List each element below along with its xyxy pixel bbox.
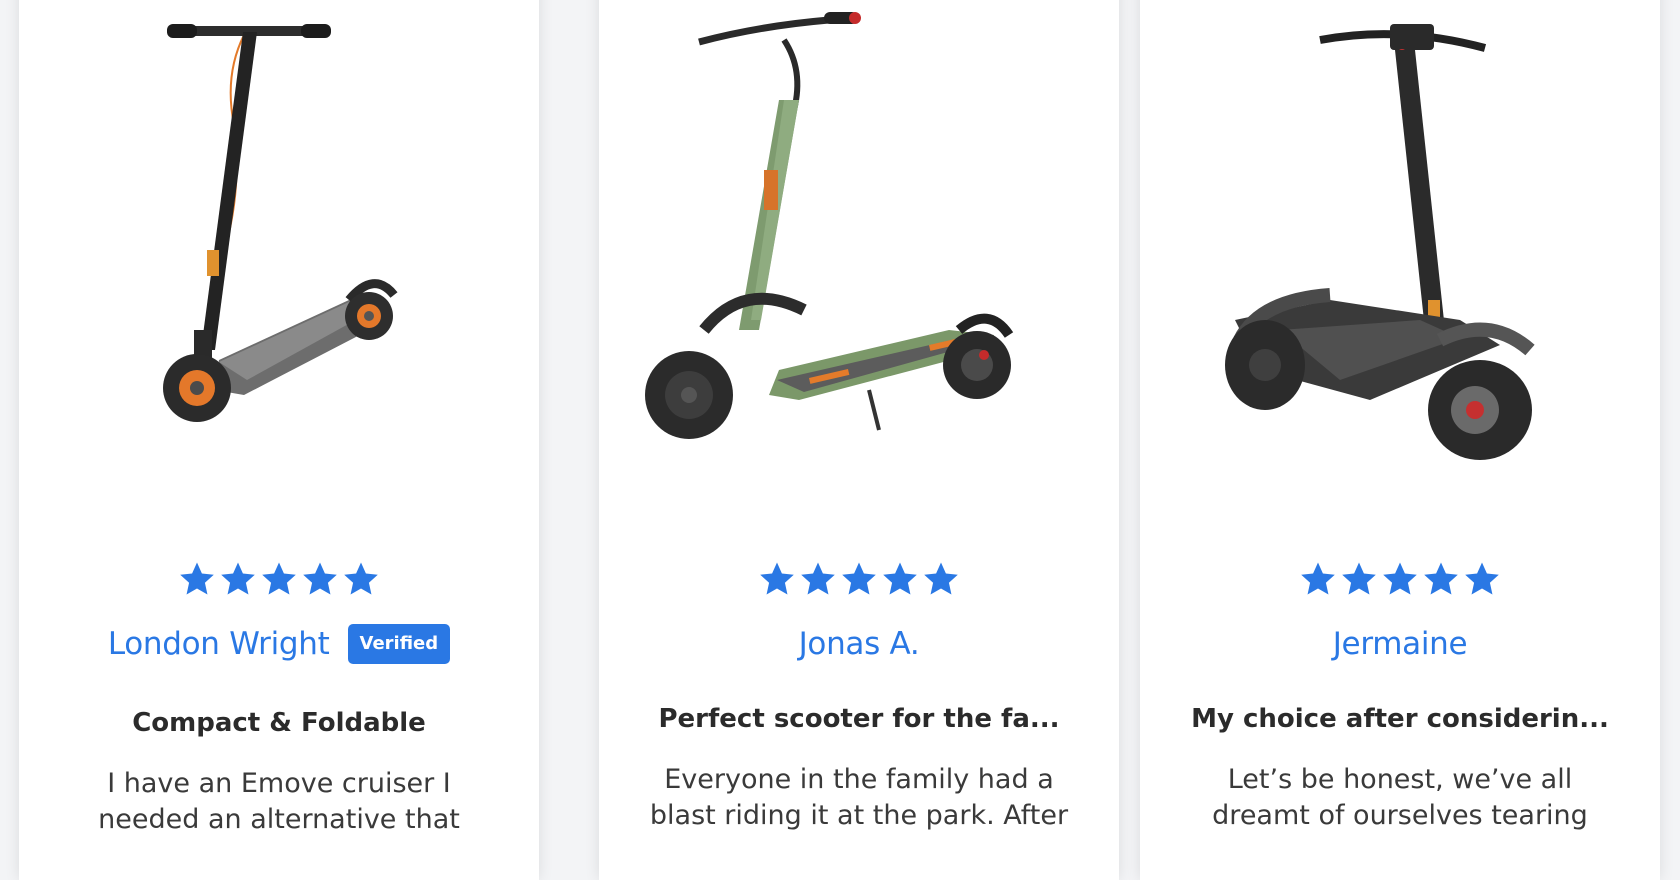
reviewer-row: Jermaine [1140, 618, 1660, 670]
product-image[interactable] [1140, 0, 1660, 470]
star-icon [922, 560, 960, 600]
electric-scooter-image [1225, 24, 1535, 460]
electric-scooter-image [645, 12, 1014, 439]
reviewer-row: London Wright Verified [19, 618, 539, 670]
star-icon [301, 560, 339, 600]
star-icon [219, 560, 257, 600]
review-body: Let’s be honest, we’ve all dreamt of our… [1212, 764, 1588, 831]
star-icon [758, 560, 796, 600]
star-rating [1140, 560, 1660, 600]
star-icon [1422, 560, 1460, 600]
review-title: Compact & Foldable [132, 708, 426, 738]
reviewer-row: Jonas A. [599, 618, 1119, 670]
review-title: My choice after considerin... [1191, 704, 1609, 734]
verified-badge: Verified [347, 624, 451, 664]
star-icon [881, 560, 919, 600]
review-card[interactable]: Jermaine My choice after considerin... L… [1140, 0, 1660, 880]
reviewer-name: Jermaine [1332, 626, 1468, 662]
star-icon [1463, 560, 1501, 600]
product-image[interactable] [19, 0, 539, 470]
product-image[interactable] [599, 0, 1119, 470]
reviews-carousel: London Wright Verified Compact & Foldabl… [0, 0, 1680, 880]
star-icon [1299, 560, 1337, 600]
review-card[interactable]: Jonas A. Perfect scooter for the fa... E… [599, 0, 1119, 880]
star-icon [342, 560, 380, 600]
star-icon [799, 560, 837, 600]
star-icon [260, 560, 298, 600]
star-icon [1340, 560, 1378, 600]
review-card[interactable]: London Wright Verified Compact & Foldabl… [19, 0, 539, 880]
review-title: Perfect scooter for the fa... [658, 704, 1060, 734]
star-icon [1381, 560, 1419, 600]
reviewer-name: Jonas A. [798, 626, 920, 662]
review-body: Everyone in the family had a blast ridin… [649, 764, 1069, 831]
star-rating [599, 560, 1119, 600]
star-icon [840, 560, 878, 600]
star-rating [19, 560, 539, 600]
electric-scooter-image [163, 24, 398, 422]
reviewer-name: London Wright [107, 626, 330, 662]
star-icon [178, 560, 216, 600]
review-body: I have an Emove cruiser I needed an alte… [98, 768, 460, 835]
